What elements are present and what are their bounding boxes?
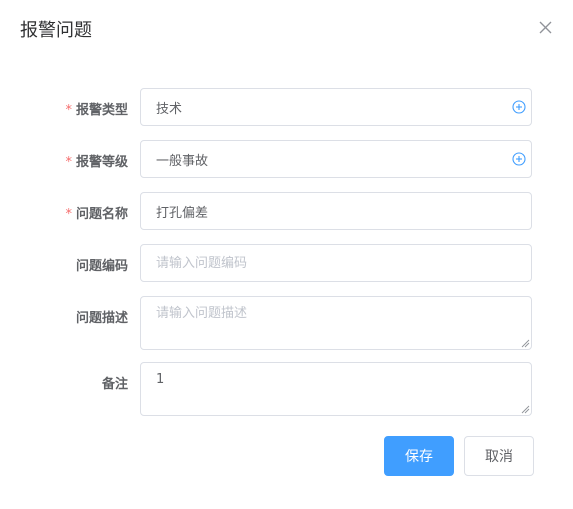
resize-grip-icon[interactable]: [520, 338, 530, 348]
dialog-title: 报警问题: [20, 20, 92, 41]
required-mark: *: [65, 103, 72, 118]
required-mark: *: [65, 207, 72, 222]
alarm-level-input[interactable]: [141, 141, 531, 177]
alarm-level-field[interactable]: [140, 140, 532, 178]
problem-description-label: 问题描述: [75, 311, 128, 326]
cancel-button[interactable]: 取消: [464, 436, 534, 476]
close-icon[interactable]: [538, 20, 553, 35]
alarm-type-field[interactable]: [140, 88, 532, 126]
problem-description-field: [140, 296, 532, 350]
problem-code-input[interactable]: [141, 245, 531, 281]
problem-name-label: * 问题名称: [65, 207, 128, 222]
remark-label: 备注: [101, 377, 128, 392]
problem-name-input[interactable]: [141, 193, 531, 229]
remark-field: 1: [140, 362, 532, 416]
plus-circle-icon[interactable]: [512, 152, 526, 166]
alarm-level-label: * 报警等级: [65, 155, 128, 170]
alarm-type-input[interactable]: [141, 89, 531, 125]
problem-name-field: [140, 192, 532, 230]
required-mark: *: [65, 155, 72, 170]
problem-code-field: [140, 244, 532, 282]
save-button[interactable]: 保存: [384, 436, 454, 476]
problem-description-textarea[interactable]: [141, 297, 531, 349]
remark-textarea[interactable]: 1: [141, 363, 531, 415]
plus-circle-icon[interactable]: [512, 100, 526, 114]
resize-grip-icon[interactable]: [520, 404, 530, 414]
problem-code-label: 问题编码: [75, 259, 128, 274]
alarm-type-label: * 报警类型: [65, 103, 128, 118]
dialog: 报警问题 *报警类型 *报警等级: [0, 0, 573, 509]
